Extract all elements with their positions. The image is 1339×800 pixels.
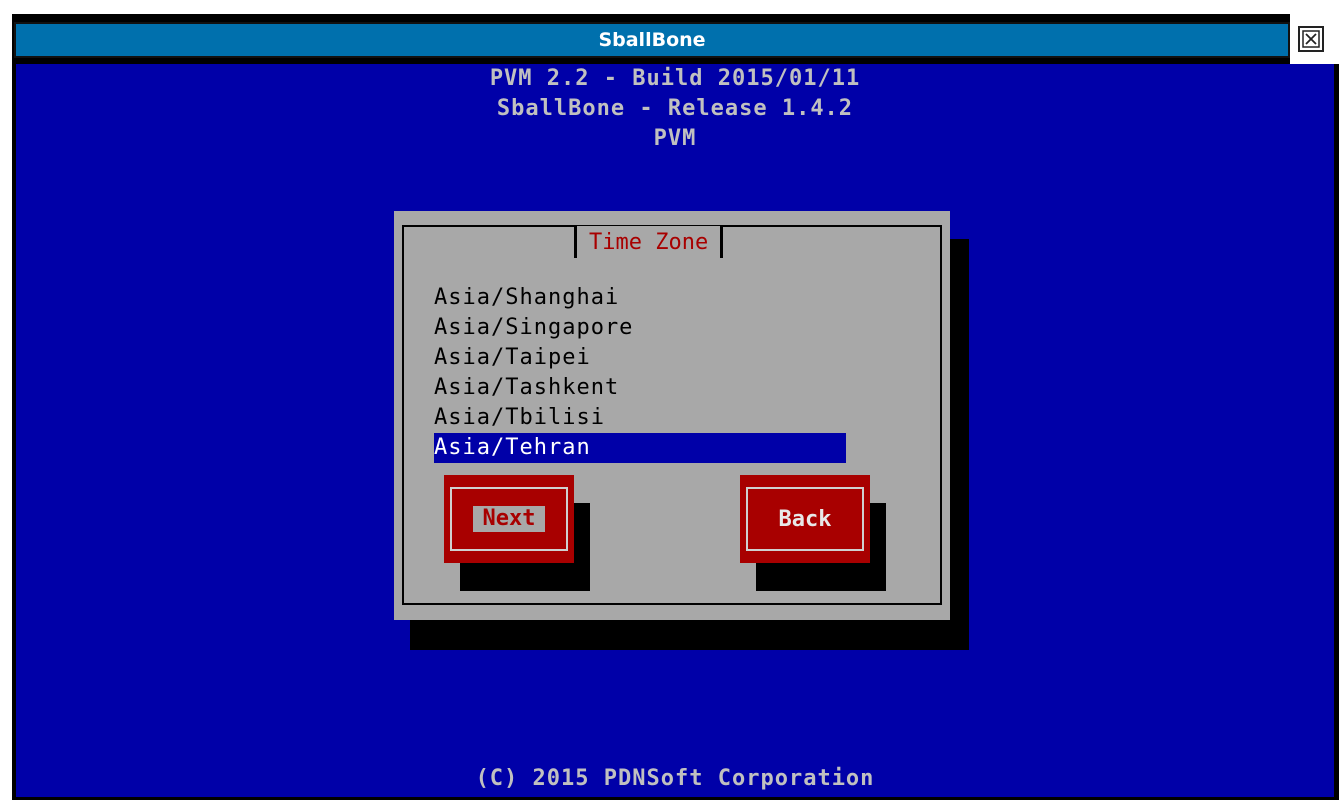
window-edge-left	[0, 0, 12, 800]
timezone-list[interactable]: Asia/Shanghai Asia/Singapore Asia/Taipei…	[434, 283, 846, 463]
close-button[interactable]	[1298, 26, 1324, 52]
product-line: PVM	[653, 126, 697, 151]
close-icon	[1302, 30, 1320, 48]
release-line: SballBone - Release 1.4.2	[496, 96, 854, 121]
list-item[interactable]: Asia/Tbilisi	[434, 403, 846, 433]
dialog-title: Time Zone	[574, 226, 724, 258]
list-item[interactable]: Asia/Shanghai	[434, 283, 846, 313]
terminal-screen: PVM 2.2 - Build 2015/01/11 SballBone - R…	[16, 64, 1334, 797]
list-item[interactable]: Asia/Taipei	[434, 343, 846, 373]
list-item[interactable]: Asia/Tashkent	[434, 373, 846, 403]
window-title: SballBone	[598, 29, 706, 51]
copyright-footer: (C) 2015 PDNSoft Corporation	[475, 766, 875, 791]
version-line: PVM 2.2 - Build 2015/01/11	[489, 66, 861, 91]
back-button-frame: Back	[746, 487, 864, 551]
window-edge-top	[0, 0, 1339, 14]
timezone-dialog: Time Zone Asia/Shanghai Asia/Singapore A…	[394, 211, 950, 620]
back-button-label: Back	[778, 506, 832, 532]
dialog-frame: Time Zone Asia/Shanghai Asia/Singapore A…	[402, 225, 942, 605]
next-button[interactable]: Next	[444, 475, 574, 563]
next-button-label: Next	[472, 506, 546, 532]
back-button[interactable]: Back	[740, 475, 870, 563]
title-bar: SballBone	[14, 22, 1290, 58]
next-button-frame: Next	[450, 487, 568, 551]
list-item[interactable]: Asia/Singapore	[434, 313, 846, 343]
terminal-window: SballBone PVM 2.2 - Build 2015/01/11 Sba…	[0, 0, 1339, 800]
list-item-selected[interactable]: Asia/Tehran	[434, 433, 846, 463]
